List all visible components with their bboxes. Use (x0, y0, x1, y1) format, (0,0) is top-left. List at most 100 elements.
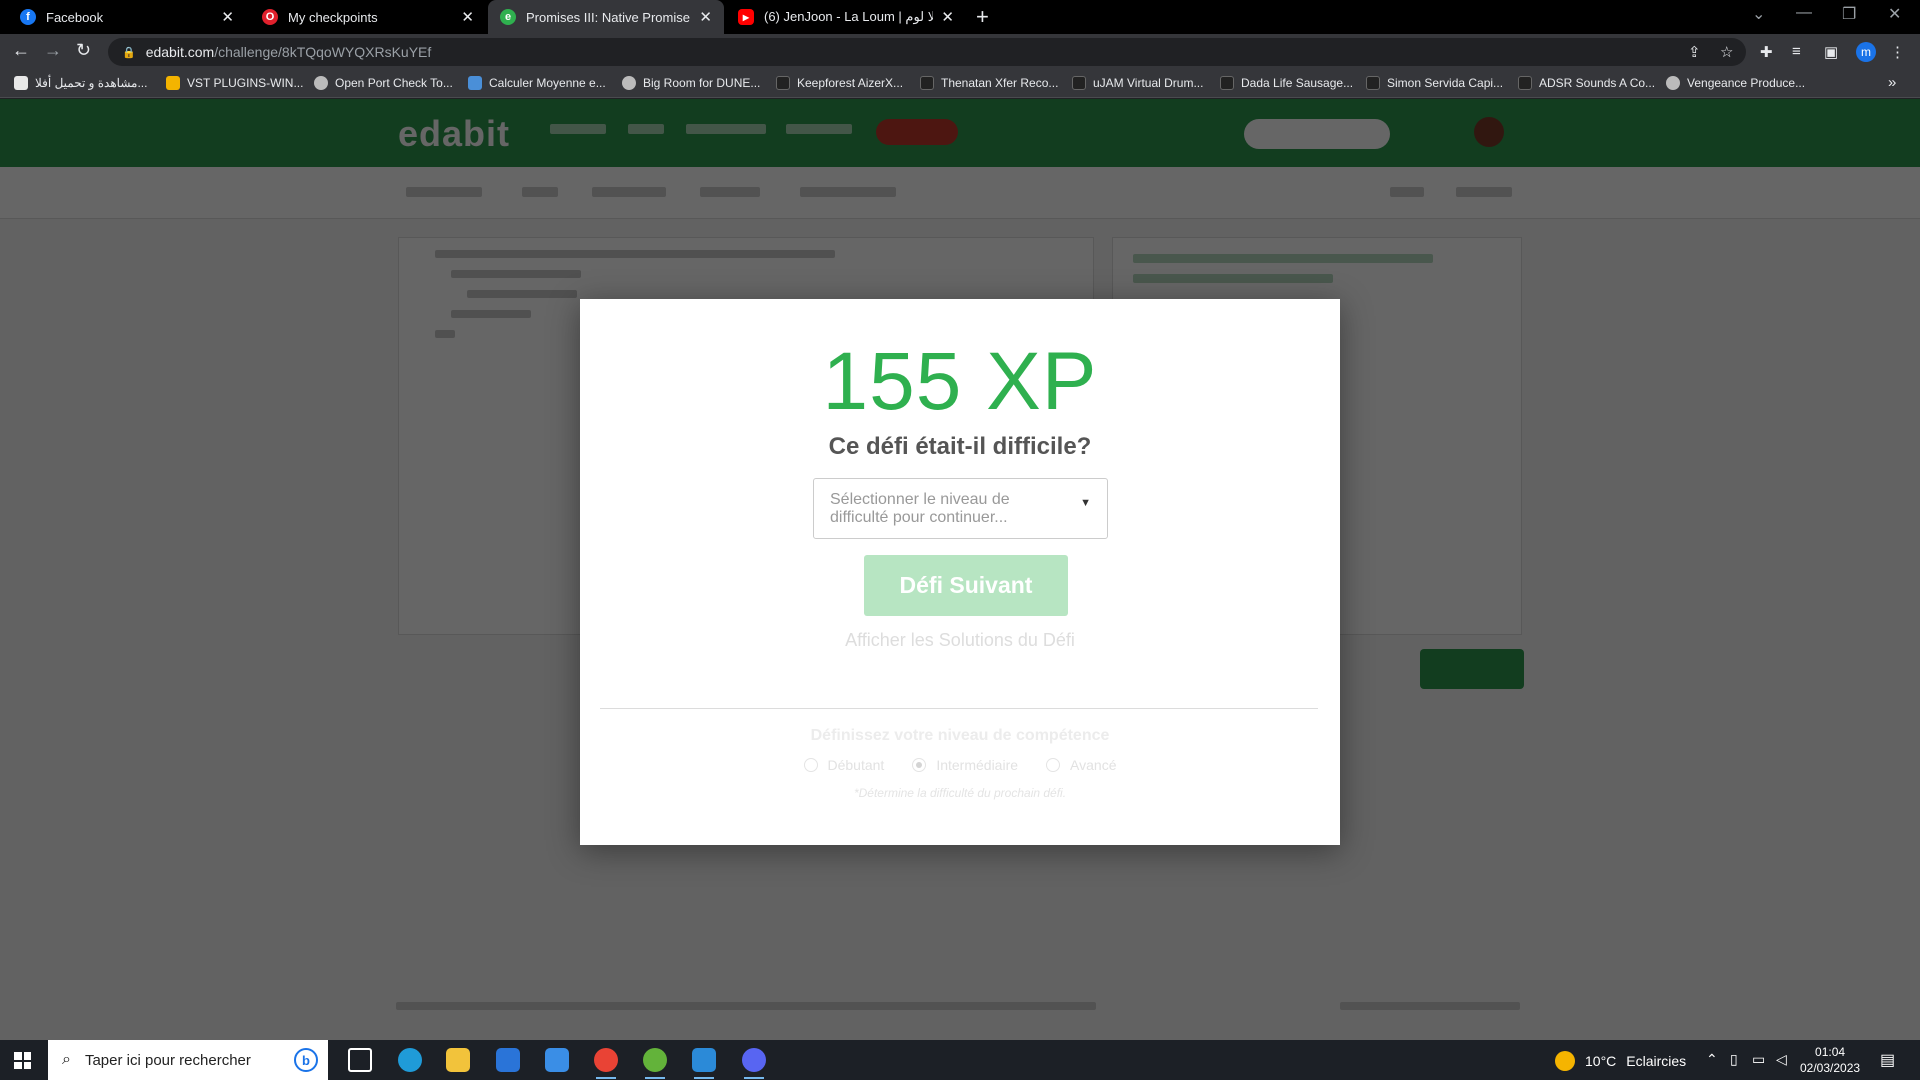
next-challenge-button[interactable]: Défi Suivant (864, 555, 1068, 616)
search-icon: ⌕ (62, 1051, 71, 1068)
share-icon[interactable]: ⇪ (1688, 43, 1701, 61)
side-panel-icon[interactable]: ▣ (1824, 43, 1838, 61)
weather-widget[interactable]: 10°C Eclaircies (1555, 1051, 1686, 1071)
bookmark-item[interactable]: Vengeance Produce... (1666, 76, 1805, 90)
tab-title: Facebook (46, 9, 104, 25)
weather-temp: 10°C (1585, 1053, 1617, 1069)
chrome-icon[interactable] (594, 1048, 618, 1079)
caret-down-icon: ▼ (1080, 497, 1091, 509)
difficulty-select-placeholder: Sélectionner le niveau de difficulté pou… (830, 491, 1010, 526)
close-icon[interactable]: ✕ (461, 8, 474, 26)
reload-button[interactable]: ↻ (76, 40, 91, 61)
bookmark-label: Big Room for DUNE... (643, 76, 761, 90)
skill-option-beginner[interactable]: Débutant (803, 757, 884, 773)
partly-cloudy-icon (1555, 1051, 1575, 1071)
device-icon[interactable]: ▯ (1730, 1051, 1738, 1068)
back-button[interactable]: ← (12, 40, 30, 61)
task-view-icon[interactable] (348, 1048, 372, 1072)
new-tab-button[interactable]: + (976, 4, 989, 30)
bookmark-item[interactable]: uJAM Virtual Drum... (1072, 76, 1203, 90)
chevron-up-icon[interactable]: ⌃ (1706, 1051, 1718, 1068)
difficulty-question: Ce défi était-il difficile? (828, 433, 1092, 460)
extensions-icon[interactable]: ✚ (1760, 43, 1773, 61)
edabit-icon: e (500, 9, 516, 25)
network-icon[interactable]: ▭ (1752, 1051, 1765, 1068)
close-icon[interactable]: ✕ (221, 8, 234, 26)
show-solutions-link[interactable]: Afficher les Solutions du Défi (580, 630, 1340, 651)
bookmark-label: Thenatan Xfer Reco... (941, 76, 1059, 90)
bookmark-label: Dada Life Sausage... (1241, 76, 1354, 90)
minimize-button[interactable]: — (1796, 4, 1812, 22)
bookmark-item[interactable]: ADSR Sounds A Co... (1518, 76, 1655, 90)
forward-button[interactable]: → (44, 40, 62, 61)
bookmark-item[interactable]: Big Room for DUNE... (622, 76, 760, 90)
youtube-icon: ▶ (738, 9, 754, 25)
restore-button[interactable]: ❐ (1842, 4, 1856, 24)
bookmark-label: Calculer Moyenne e... (489, 76, 606, 90)
bookmark-item[interactable]: Open Port Check To... (314, 76, 453, 90)
close-icon[interactable]: ✕ (699, 8, 712, 26)
bookmark-favicon-icon (776, 76, 790, 90)
globe-icon (314, 76, 328, 90)
skill-option-intermediate[interactable]: Intermédiaire (912, 757, 1018, 773)
file-explorer-icon[interactable] (446, 1048, 470, 1072)
radio-checked[interactable] (912, 758, 927, 772)
tab-my-checkpoints[interactable]: O My checkpoints ✕ (250, 0, 486, 34)
mail-icon[interactable] (545, 1048, 569, 1072)
challenge-complete-modal: 155 XP Ce défi était-il difficile? Sélec… (580, 299, 1340, 845)
bookmark-item[interactable]: Thenatan Xfer Reco... (920, 76, 1058, 90)
utorrent-icon[interactable] (643, 1048, 667, 1079)
bookmark-favicon-icon (1220, 76, 1234, 90)
bookmark-item[interactable]: مشاهدة و تحميل أفلا... (14, 76, 147, 90)
radio-unchecked[interactable] (1046, 758, 1061, 772)
bookmark-label: Vengeance Produce... (1687, 76, 1806, 90)
bookmarks-overflow-button[interactable]: » (1888, 74, 1896, 91)
bookmark-label: Simon Servida Capi... (1387, 76, 1504, 90)
bookmark-item[interactable]: Dada Life Sausage... (1220, 76, 1353, 90)
taskbar-search-placeholder: Taper ici pour rechercher (84, 1051, 251, 1069)
store-icon[interactable] (496, 1048, 520, 1072)
tab-search-icon[interactable]: ⌄ (1752, 4, 1765, 24)
tab-title: (6) JenJoon - La Loum | لا لوم (Offi (764, 9, 933, 24)
browser-menu-icon[interactable]: ⋮ (1890, 43, 1905, 61)
clock-time: 01:04 (1815, 1045, 1846, 1059)
bing-icon[interactable]: b (294, 1048, 318, 1072)
star-icon[interactable]: ☆ (1720, 43, 1733, 61)
profile-avatar[interactable]: m (1856, 42, 1876, 62)
media-control-icon[interactable]: ≡ (1792, 43, 1801, 60)
discord-icon[interactable] (742, 1048, 766, 1079)
clock-date: 02/03/2023 (1800, 1061, 1861, 1075)
tab-youtube[interactable]: ▶ (6) JenJoon - La Loum | لا لوم (Offi ✕ (726, 0, 966, 34)
close-window-button[interactable]: ✕ (1888, 4, 1901, 24)
windows-start-icon[interactable] (14, 1052, 31, 1069)
bookmarks-bar: مشاهدة و تحميل أفلا... VST PLUGINS-WIN..… (0, 70, 1920, 98)
skill-level-title: Définissez votre niveau de compétence (810, 727, 1110, 744)
divider (600, 708, 1318, 709)
skill-option-advanced[interactable]: Avancé (1046, 757, 1116, 773)
bookmark-favicon-icon (1366, 76, 1380, 90)
url-host: edabit.com (145, 44, 215, 60)
radio-unchecked[interactable] (803, 758, 818, 772)
bookmark-item[interactable]: Keepforest AizerX... (776, 76, 903, 90)
difficulty-select[interactable]: Sélectionner le niveau de difficulté pou… (813, 478, 1108, 539)
lock-icon[interactable]: 🔒 (122, 46, 136, 59)
system-clock[interactable]: 01:04 02/03/2023 (1800, 1044, 1860, 1076)
bookmark-label: uJAM Virtual Drum... (1093, 76, 1204, 90)
bookmark-favicon-icon (1518, 76, 1532, 90)
bookmark-item[interactable]: VST PLUGINS-WIN... (166, 76, 303, 90)
volume-icon[interactable]: ◁ (1776, 1051, 1787, 1068)
taskbar-search-box[interactable]: ⌕ Taper ici pour rechercher b (48, 1040, 328, 1080)
bookmark-label: VST PLUGINS-WIN... (187, 76, 304, 90)
tab-promises-challenge[interactable]: e Promises III: Native Promise, Intro ✕ (488, 0, 724, 34)
close-icon[interactable]: ✕ (941, 8, 954, 26)
address-bar[interactable]: 🔒 edabit.com /challenge/8kTQqoWYQXRsKuYE… (108, 38, 1746, 66)
bookmark-item[interactable]: Calculer Moyenne e... (468, 76, 606, 90)
tab-facebook[interactable]: f Facebook ✕ (8, 0, 246, 34)
edge-icon[interactable] (398, 1048, 422, 1072)
bookmark-item[interactable]: Simon Servida Capi... (1366, 76, 1503, 90)
bookmark-label: Keepforest AizerX... (797, 76, 904, 90)
bookmark-favicon-icon (1072, 76, 1086, 90)
vscode-icon[interactable] (692, 1048, 716, 1079)
bookmark-label: مشاهدة و تحميل أفلا... (35, 76, 148, 90)
notification-icon[interactable]: ▤ (1880, 1050, 1895, 1070)
